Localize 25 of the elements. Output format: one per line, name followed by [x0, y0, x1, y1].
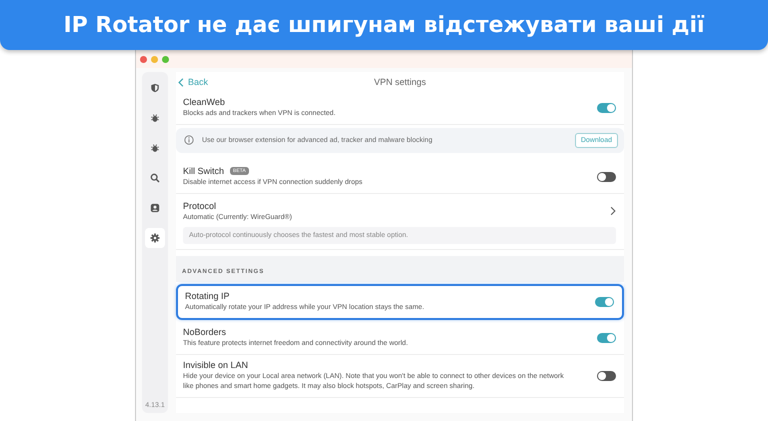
- bug-icon: [150, 113, 160, 123]
- toggle-switch[interactable]: [597, 370, 616, 381]
- setting-title: Invisible on LAN: [183, 360, 248, 370]
- sidebar-item[interactable]: [145, 228, 165, 248]
- info-icon: [184, 135, 194, 146]
- setting-title: CleanWeb: [183, 97, 225, 107]
- setting-title: Protocol: [183, 200, 218, 211]
- shield-icon: [150, 83, 160, 93]
- toggle-switch[interactable]: [595, 297, 614, 308]
- page-title: VPN settings: [374, 77, 426, 87]
- setting-title: NoBorders: [183, 327, 226, 338]
- user-icon: [150, 203, 160, 213]
- toggle-switch[interactable]: [597, 102, 616, 113]
- setting-title: Rotating IP: [185, 291, 230, 302]
- toggle-switch[interactable]: [597, 333, 616, 344]
- back-button[interactable]: Back: [176, 77, 210, 87]
- close-button[interactable]: [140, 56, 147, 62]
- chevron-left-icon: [178, 78, 184, 86]
- setting-title: Kill Switch: [183, 166, 224, 176]
- chevron-right-icon: [610, 206, 616, 216]
- bug-icon: [150, 143, 160, 153]
- search-icon: [150, 173, 160, 183]
- settings-icon: [150, 233, 160, 243]
- toggle-switch[interactable]: [597, 172, 616, 182]
- banner-title: IP Rotator не дає шпигунам відстежувати ваші дії: [63, 12, 705, 38]
